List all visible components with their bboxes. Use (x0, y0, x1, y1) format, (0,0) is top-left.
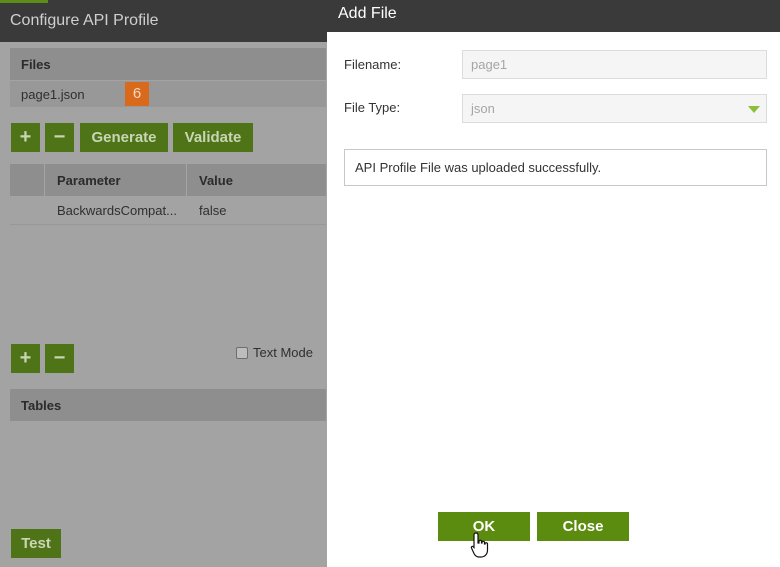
add-file-dialog: Add File Filename: page1 File Type: json… (327, 0, 780, 567)
text-mode-toggle[interactable]: Text Mode (236, 345, 313, 360)
text-mode-label: Text Mode (253, 345, 313, 360)
table-row[interactable]: BackwardsCompat... false (10, 197, 326, 225)
file-list-item[interactable]: page1.json (10, 81, 326, 107)
configure-api-profile-panel: Configure API Profile Files page1.json 6… (0, 0, 330, 567)
text-mode-checkbox[interactable] (236, 347, 248, 359)
validate-button[interactable]: Validate (173, 123, 253, 152)
remove-parameter-button[interactable]: − (45, 344, 74, 373)
file-type-select[interactable]: json (462, 94, 767, 123)
files-section-header: Files (10, 48, 326, 80)
close-button[interactable]: Close (537, 512, 629, 541)
chevron-down-icon[interactable] (748, 106, 760, 113)
tables-section-header: Tables (10, 389, 326, 421)
parameter-cell: BackwardsCompat... (57, 203, 177, 218)
generate-button[interactable]: Generate (80, 123, 168, 152)
hand-pointer-icon (470, 532, 489, 558)
step-badge: 6 (125, 82, 149, 106)
parameter-grid-header: Parameter Value (10, 164, 326, 196)
status-message: API Profile File was uploaded successful… (344, 149, 767, 186)
dialog-title: Add File (338, 5, 397, 22)
dialog-header: Add File (327, 0, 780, 32)
add-parameter-button[interactable]: + (11, 344, 40, 373)
panel-title: Configure API Profile (10, 12, 159, 29)
column-header-parameter[interactable]: Parameter (57, 173, 121, 188)
remove-file-button[interactable]: − (45, 123, 74, 152)
header-accent (0, 0, 48, 3)
filename-label: Filename: (344, 57, 402, 72)
value-cell: false (199, 203, 227, 218)
add-file-button[interactable]: + (11, 123, 40, 152)
filename-field[interactable]: page1 (462, 50, 767, 79)
panel-header: Configure API Profile (0, 0, 330, 42)
column-header-value[interactable]: Value (199, 173, 233, 188)
test-button[interactable]: Test (11, 529, 61, 558)
file-type-label: File Type: (344, 100, 401, 115)
file-type-value: json (471, 101, 495, 116)
